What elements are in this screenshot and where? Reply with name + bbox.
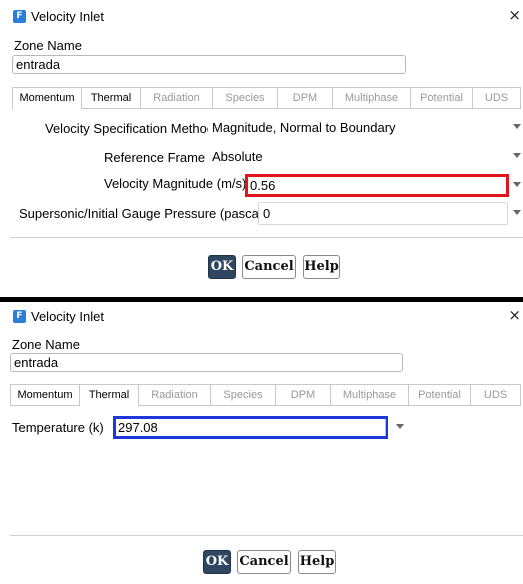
- tab-uds[interactable]: UDS: [471, 384, 521, 406]
- reference-frame-label: Reference Frame: [104, 150, 206, 165]
- velocity-inlet-dialog-thermal: F Velocity Inlet × Zone Name entrada Mom…: [0, 302, 523, 584]
- dialog-title: Velocity Inlet: [31, 309, 104, 324]
- cancel-button[interactable]: Cancel: [237, 550, 291, 574]
- gauge-pressure-label: Supersonic/Initial Gauge Pressure (pasca…: [19, 206, 267, 221]
- panel-separator: [10, 237, 523, 238]
- help-button[interactable]: Help: [303, 255, 340, 279]
- tab-momentum[interactable]: Momentum: [10, 384, 80, 406]
- tab-radiation[interactable]: Radiation: [141, 87, 213, 109]
- velocity-magnitude-label: Velocity Magnitude (m/s): [104, 176, 247, 191]
- velocity-spec-method-dropdown[interactable]: Magnitude, Normal to Boundary: [208, 117, 508, 140]
- zone-name-label: Zone Name: [12, 337, 80, 352]
- tab-thermal[interactable]: Thermal: [80, 384, 139, 407]
- reference-frame-dropdown[interactable]: Absolute: [208, 146, 508, 169]
- tab-potential[interactable]: Potential: [411, 87, 473, 109]
- dropdown-divider: [385, 419, 386, 436]
- velocity-inlet-dialog-momentum: F Velocity Inlet × Zone Name entrada Mom…: [0, 0, 523, 298]
- gauge-pressure-input[interactable]: 0: [258, 202, 508, 225]
- tab-bar: Momentum Thermal Radiation Species DPM M…: [12, 87, 521, 110]
- ok-button[interactable]: OK: [208, 255, 236, 279]
- tab-potential[interactable]: Potential: [409, 384, 471, 406]
- zone-name-label: Zone Name: [14, 38, 82, 53]
- zone-name-field[interactable]: entrada: [12, 55, 406, 74]
- tab-thermal[interactable]: Thermal: [82, 87, 141, 109]
- tab-species[interactable]: Species: [211, 384, 276, 406]
- tab-dpm[interactable]: DPM: [276, 384, 331, 406]
- zone-name-field[interactable]: entrada: [10, 353, 403, 372]
- tab-radiation[interactable]: Radiation: [139, 384, 211, 406]
- temperature-label: Temperature (k): [12, 420, 104, 435]
- dropdown-arrow-icon[interactable]: [513, 153, 521, 158]
- close-icon[interactable]: ×: [508, 306, 521, 324]
- ok-button[interactable]: OK: [203, 550, 231, 574]
- tab-species[interactable]: Species: [213, 87, 278, 109]
- tab-dpm[interactable]: DPM: [278, 87, 333, 109]
- fluent-app-icon: F: [13, 310, 26, 323]
- panel-separator: [10, 535, 523, 536]
- dropdown-arrow-icon[interactable]: [513, 124, 521, 129]
- temperature-input[interactable]: 297.08: [113, 416, 388, 439]
- help-button[interactable]: Help: [298, 550, 336, 574]
- velocity-magnitude-input[interactable]: 0.56: [245, 174, 509, 197]
- dropdown-arrow-icon[interactable]: [513, 210, 521, 215]
- dropdown-arrow-icon[interactable]: [396, 424, 404, 429]
- velocity-spec-method-label: Velocity Specification Method: [45, 121, 215, 136]
- dialog-title: Velocity Inlet: [31, 9, 104, 24]
- tab-bar: Momentum Thermal Radiation Species DPM M…: [10, 384, 521, 407]
- close-icon[interactable]: ×: [508, 6, 521, 24]
- tab-uds[interactable]: UDS: [473, 87, 521, 109]
- cancel-button[interactable]: Cancel: [242, 255, 296, 279]
- tab-momentum[interactable]: Momentum: [12, 87, 82, 110]
- fluent-app-icon: F: [13, 10, 26, 23]
- dropdown-arrow-icon[interactable]: [513, 182, 521, 187]
- tab-multiphase[interactable]: Multiphase: [331, 384, 409, 406]
- title-bar: F Velocity Inlet ×: [0, 0, 523, 34]
- title-bar: F Velocity Inlet ×: [0, 302, 523, 336]
- tab-multiphase[interactable]: Multiphase: [333, 87, 411, 109]
